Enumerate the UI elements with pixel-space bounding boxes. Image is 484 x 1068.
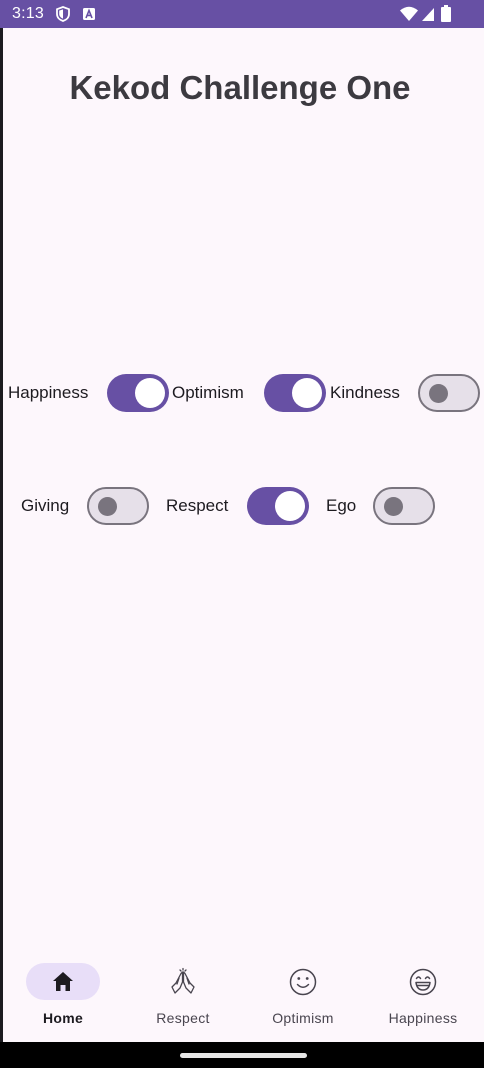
wifi-icon <box>400 6 418 21</box>
status-time: 3:13 <box>12 5 44 22</box>
nav-item-happiness[interactable]: Happiness <box>363 948 483 1042</box>
respect-switch[interactable] <box>247 487 309 525</box>
a-square-icon <box>83 8 95 20</box>
system-gesture-bar <box>0 1042 484 1068</box>
signal-icon <box>422 8 434 21</box>
status-system-icons <box>400 5 451 22</box>
kindness-switch[interactable] <box>418 374 480 412</box>
switch-thumb <box>429 383 448 403</box>
kindness-label: Kindness <box>330 383 400 402</box>
nav-item-home[interactable]: Home <box>3 948 123 1042</box>
home-icon <box>53 972 73 991</box>
app-screen: Kekod Challenge One Happiness Optimism K… <box>3 28 484 948</box>
happiness-label: Happiness <box>8 383 89 402</box>
page-title: Kekod Challenge One <box>69 69 411 106</box>
nav-item-optimism[interactable]: Optimism <box>243 948 363 1042</box>
status-notification-icons <box>56 6 95 22</box>
giving-label: Giving <box>21 496 70 515</box>
optimism-switch[interactable] <box>264 374 326 412</box>
smile-icon <box>289 968 317 996</box>
bottom-navigation: Home Respect Optimism Happiness <box>3 948 484 1042</box>
ego-switch[interactable] <box>373 487 435 525</box>
ego-label: Ego <box>326 496 357 515</box>
battery-icon <box>441 5 451 22</box>
respect-label: Respect <box>166 496 229 515</box>
switch-thumb <box>275 491 305 521</box>
switch-thumb <box>98 496 117 516</box>
praying-hands-icon <box>171 967 195 994</box>
nav-label-home: Home <box>42 1010 84 1026</box>
grin-icon <box>409 968 437 996</box>
happiness-switch[interactable] <box>107 374 169 412</box>
nav-item-respect[interactable]: Respect <box>123 948 243 1042</box>
optimism-label: Optimism <box>172 383 244 402</box>
switch-thumb <box>384 496 403 516</box>
shield-icon <box>56 6 70 22</box>
nav-label-happiness: Happiness <box>388 1010 458 1026</box>
switch-thumb <box>292 378 322 408</box>
switch-thumb <box>135 378 165 408</box>
nav-label-respect: Respect <box>156 1010 210 1026</box>
nav-label-optimism: Optimism <box>272 1010 334 1026</box>
switch-row-1: Happiness Optimism Kindness <box>3 373 484 413</box>
switch-row-2: Giving Respect Ego <box>3 486 484 526</box>
home-gesture-handle[interactable] <box>180 1053 307 1058</box>
giving-switch[interactable] <box>87 487 149 525</box>
status-bar: 3:13 <box>0 0 484 28</box>
